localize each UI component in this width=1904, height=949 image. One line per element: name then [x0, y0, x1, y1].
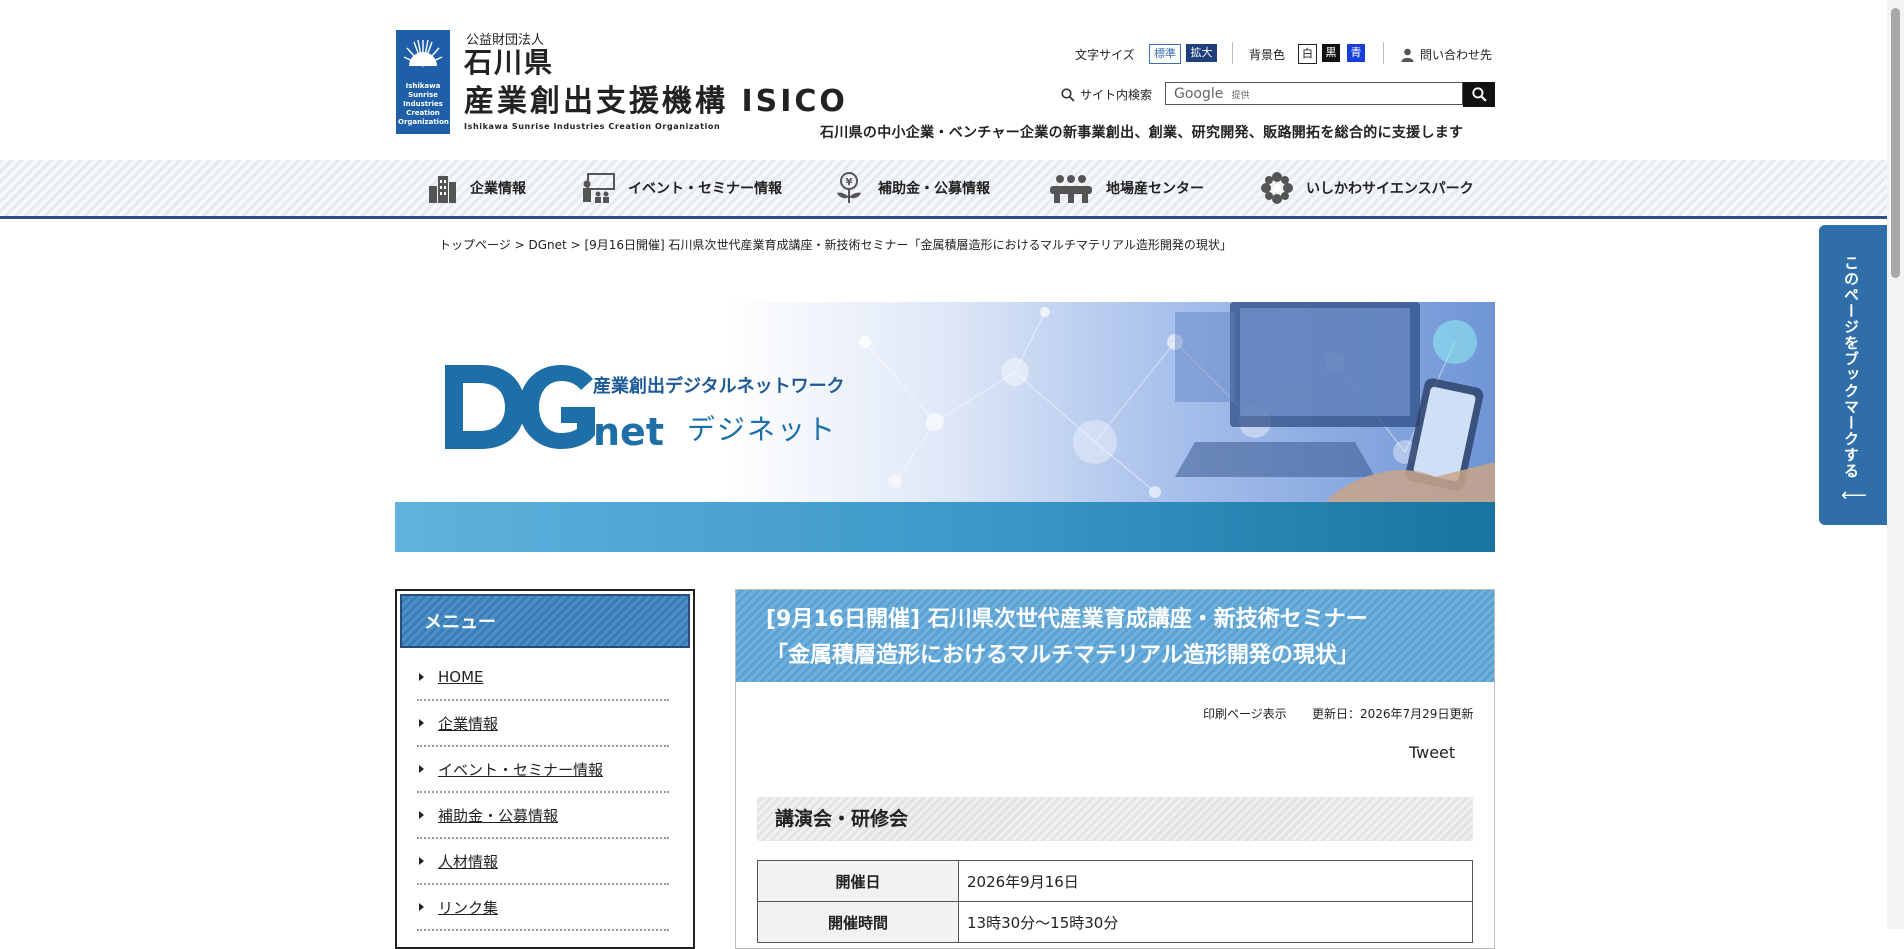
bullet-arrow-icon: [419, 719, 424, 727]
sidebar-item-label[interactable]: 人材情報: [438, 851, 498, 872]
science-park-icon: [1261, 172, 1293, 204]
seminar-icon: [583, 173, 615, 203]
sidebar-item-links[interactable]: リンク集: [417, 885, 669, 931]
local-industry-icon: [1050, 175, 1092, 203]
table-cell: 2026年9月16日: [958, 860, 1473, 902]
table-row: 開催時間 13時30分～15時30分: [757, 901, 1473, 943]
bg-black-button[interactable]: 黒: [1322, 44, 1340, 62]
banner-bar: [395, 502, 1495, 552]
font-size-large-button[interactable]: 拡大: [1186, 44, 1217, 62]
sidebar-item-label[interactable]: HOME: [438, 668, 484, 686]
banner-kana: デジネット: [687, 413, 838, 446]
breadcrumb-dgnet-link[interactable]: DGnet: [528, 238, 566, 252]
nav-item-events-seminars[interactable]: イベント・セミナー情報: [582, 168, 782, 208]
scrollbar[interactable]: [1887, 0, 1904, 929]
sidebar-item-subsidies[interactable]: 補助金・公募情報: [417, 793, 669, 839]
bullet-arrow-icon: [419, 903, 424, 911]
sidebar-title: メニュー: [424, 612, 496, 633]
article-header: [9月16日開催] 石川県次世代産業育成講座・新技術セミナー 「金属積層造形にお…: [736, 590, 1494, 682]
article: [9月16日開催] 石川県次世代産業育成講座・新技術セミナー 「金属積層造形にお…: [735, 589, 1495, 949]
sidebar-menu: メニュー HOME 企業情報 イベント・セミナー情報 補助金・公募情報 人材情報…: [395, 589, 695, 949]
print-page-link[interactable]: 印刷ページ表示: [1203, 705, 1287, 722]
nav-label: イベント・セミナー情報: [628, 181, 782, 197]
nav-label: いしかわサイエンスパーク: [1306, 181, 1474, 197]
search-button[interactable]: [1463, 82, 1495, 107]
org-name-line2[interactable]: 産業創出支援機構 ISICO: [464, 84, 848, 120]
site-search-label: サイト内検索: [1061, 86, 1152, 103]
sidebar-item-home[interactable]: HOME: [417, 655, 669, 701]
bookmark-label: このページをブックマークする: [1842, 255, 1860, 479]
tagline: 石川県の中小企業・ベンチャー企業の新事業創出、創業、研究開発、販路開拓を総合的に…: [820, 125, 1464, 141]
table-header-cell: 開催時間: [757, 901, 959, 943]
sidebar-item-human-resources[interactable]: 人材情報: [417, 839, 669, 885]
updated-date: 更新日：2026年7月29日更新: [1312, 707, 1474, 721]
section-heading: 講演会・研修会: [757, 797, 1473, 841]
article-title: [9月16日開催] 石川県次世代産業育成講座・新技術セミナー 「金属積層造形にお…: [766, 602, 1368, 674]
font-size-standard-button[interactable]: 標準: [1149, 44, 1181, 64]
search-input[interactable]: Google 提供: [1165, 82, 1463, 105]
banner-subtitle: 産業創出デジタルネットワーク: [593, 376, 845, 397]
google-brand: Google: [1174, 86, 1224, 102]
contact-link[interactable]: 問い合わせ先: [1401, 46, 1492, 63]
nav-label: 補助金・公募情報: [878, 181, 990, 197]
breadcrumb-separator: >: [514, 238, 525, 252]
sidebar-item-label[interactable]: 企業情報: [438, 713, 498, 734]
sidebar-item-label[interactable]: リンク集: [438, 897, 498, 918]
sidebar-item-company-info[interactable]: 企業情報: [417, 701, 669, 747]
nav-item-local-industry-center[interactable]: 地場産センター: [1048, 168, 1204, 208]
subsidy-icon: ¥: [837, 172, 861, 203]
building-icon: [429, 176, 456, 203]
bg-color-label: 背景色: [1249, 48, 1286, 62]
scrollbar-thumb[interactable]: [1891, 8, 1900, 278]
dgnet-banner: net 産業創出デジタルネットワーク デジネット: [395, 302, 1495, 552]
emblem-text: Ishikawa Sunrise Industries Creation Org…: [398, 82, 449, 126]
sidebar-item-events[interactable]: イベント・セミナー情報: [417, 747, 669, 793]
org-name-line1[interactable]: 石川県: [464, 46, 554, 80]
bullet-arrow-icon: [419, 765, 424, 773]
nav-item-science-park[interactable]: いしかわサイエンスパーク: [1260, 168, 1474, 208]
font-size-label: 文字サイズ: [1075, 48, 1135, 62]
arrow-left-icon: ⟵: [1841, 485, 1867, 506]
nav-item-subsidies[interactable]: ¥ 補助金・公募情報: [832, 168, 990, 208]
bullet-arrow-icon: [419, 857, 424, 865]
event-info-table: 開催日 2026年9月16日 開催時間 13時30分～15時30分: [757, 860, 1473, 943]
bg-blue-button[interactable]: 青: [1347, 44, 1365, 62]
contact-label: 問い合わせ先: [1420, 48, 1493, 62]
bookmark-tab[interactable]: このページをブックマークする ⟵: [1819, 225, 1889, 525]
search-provided-text: 提供: [1231, 91, 1250, 101]
bg-white-button[interactable]: 白: [1298, 44, 1317, 64]
nav-label: 地場産センター: [1106, 181, 1204, 197]
sidebar-item-label[interactable]: イベント・セミナー情報: [438, 759, 603, 780]
bullet-arrow-icon: [419, 673, 424, 681]
site-search-text: サイト内検索: [1080, 88, 1153, 102]
search-icon: [1061, 87, 1075, 102]
global-nav: 企業情報 イベント・セミナー情報 ¥ 補助金・公募情報 地場産センター いしかわ…: [0, 160, 1904, 219]
table-header-cell: 開催日: [757, 860, 959, 902]
logo-emblem[interactable]: Ishikawa Sunrise Industries Creation Org…: [396, 30, 450, 134]
org-name-english: Ishikawa Sunrise Industries Creation Org…: [464, 122, 721, 131]
article-title-line2: 「金属積層造形におけるマルチマテリアル造形開発の現状」: [766, 643, 1359, 668]
nav-label: 企業情報: [470, 181, 526, 197]
tweet-link[interactable]: Tweet: [1409, 743, 1455, 762]
banner-image: net 産業創出デジタルネットワーク デジネット: [395, 302, 1495, 502]
bullet-arrow-icon: [419, 811, 424, 819]
sunrise-icon: [403, 39, 443, 67]
divider: [1232, 42, 1233, 64]
svg-text:net: net: [593, 410, 664, 454]
breadcrumb: トップページ > DGnet > [9月16日開催] 石川県次世代産業育成講座・…: [439, 236, 1232, 253]
breadcrumb-separator: >: [570, 238, 581, 252]
divider: [1383, 42, 1384, 64]
search-icon: [1471, 87, 1487, 102]
article-title-line1: [9月16日開催] 石川県次世代産業育成講座・新技術セミナー: [766, 607, 1368, 632]
table-row: 開催日 2026年9月16日: [757, 860, 1473, 902]
person-icon: [1401, 48, 1414, 62]
sidebar-item-label[interactable]: 補助金・公募情報: [438, 805, 558, 826]
sidebar-header: メニュー: [400, 594, 690, 648]
nav-item-company-info[interactable]: 企業情報: [426, 168, 526, 208]
breadcrumb-home-link[interactable]: トップページ: [439, 238, 511, 252]
breadcrumb-current: [9月16日開催] 石川県次世代産業育成講座・新技術セミナー「金属積層造形におけ…: [584, 238, 1232, 252]
svg-text:¥: ¥: [846, 177, 853, 188]
table-cell: 13時30分～15時30分: [958, 901, 1473, 943]
